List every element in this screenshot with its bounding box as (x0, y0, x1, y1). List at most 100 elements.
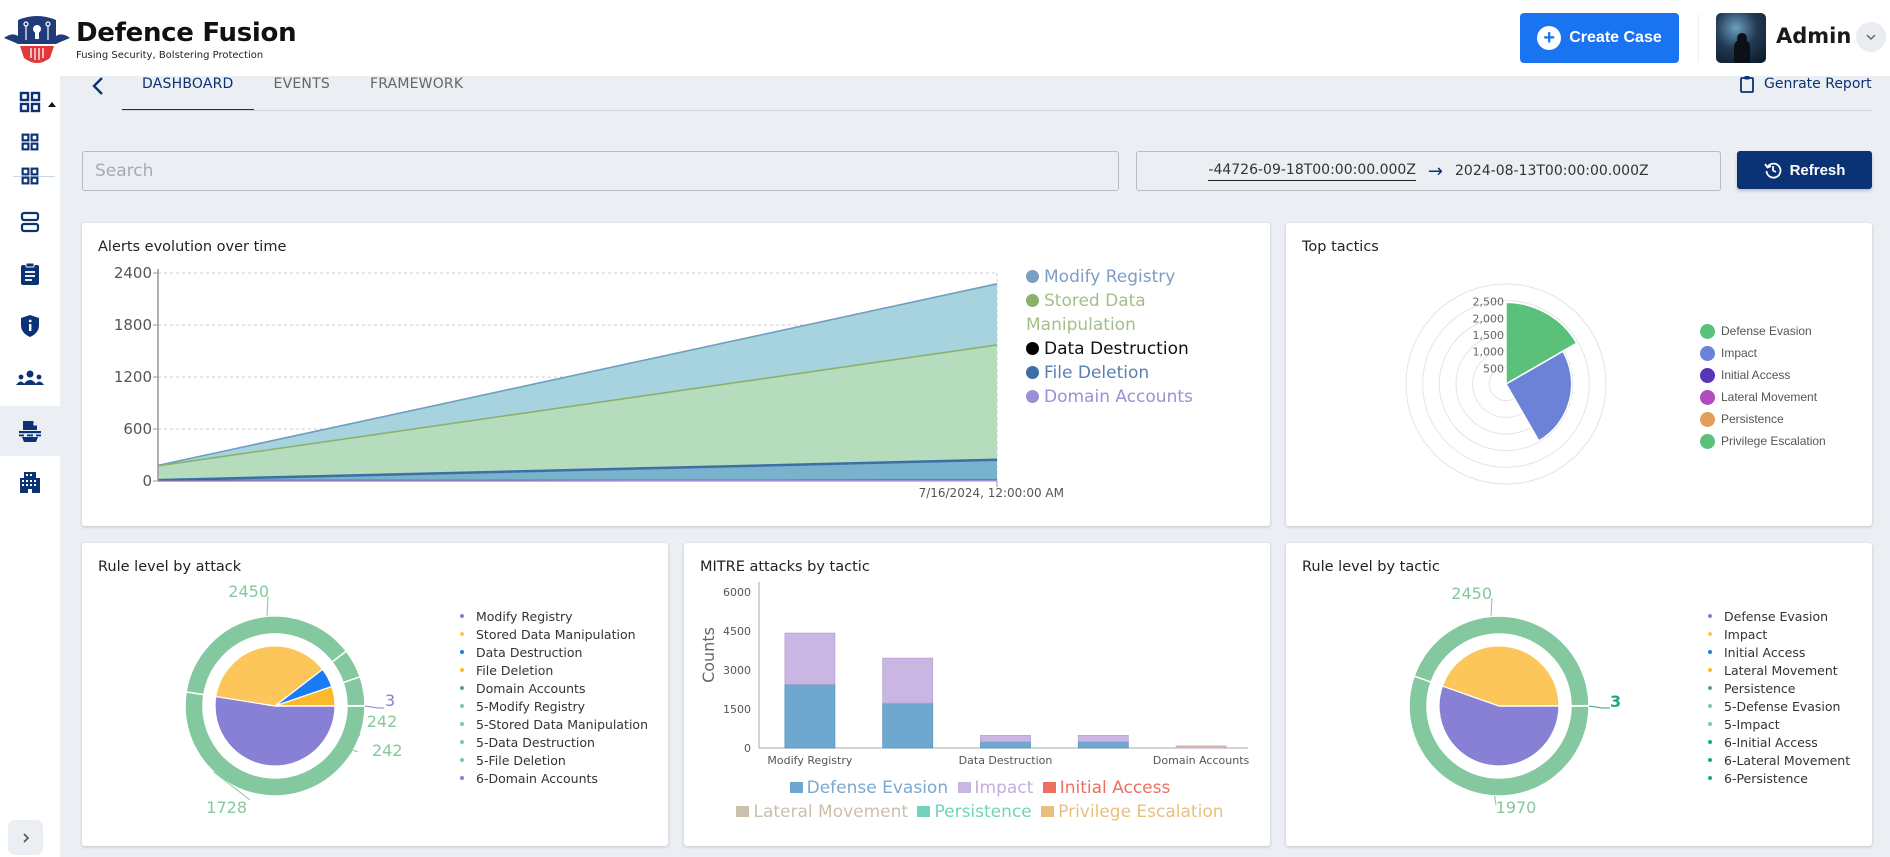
legend-item[interactable]: 5-Data Destruction (458, 733, 648, 751)
top-tactics-chart: 500 1,000 1,500 2,000 2,500 (1405, 283, 1607, 485)
sidebar-item-dashboard-1[interactable] (0, 123, 60, 161)
legend-swatch (1042, 782, 1056, 793)
legend-item[interactable]: Impact (1700, 342, 1826, 364)
legend-label: Modify Registry (476, 608, 573, 624)
sidebar-expand-button[interactable] (8, 820, 43, 855)
y-tick-label: 0 (142, 472, 152, 490)
legend-item[interactable]: Privilege Escalation (1041, 802, 1224, 822)
user-menu-chevron-down-icon[interactable] (1856, 22, 1886, 52)
y-tick-label: 4500 (723, 625, 751, 638)
y-tick-label: 2400 (114, 264, 152, 282)
legend-item[interactable]: 6-Persistence (1706, 769, 1850, 787)
legend-item[interactable]: Stored Data Manipulation (458, 625, 648, 643)
legend-item[interactable]: File Deletion (1026, 361, 1206, 385)
sidebar-item-cases[interactable] (0, 252, 60, 296)
bar-segment (784, 632, 836, 685)
r-tick-label: 2,000 (1473, 312, 1505, 325)
legend-item[interactable]: Defense Evasion (1706, 607, 1850, 625)
sidebar-item-dashboard-group[interactable] (0, 80, 60, 124)
tab-dashboard[interactable]: DASHBOARD (122, 70, 254, 111)
plus-circle-icon: + (1537, 26, 1562, 50)
legend-dot (460, 758, 464, 762)
date-range-picker[interactable]: -44726-09-18T00:00:00.000Z → 2024-08-13T… (1136, 151, 1721, 191)
legend-dot (460, 740, 464, 744)
legend-item[interactable]: Stored Data Manipulation (1026, 289, 1206, 337)
brand-logo[interactable]: Defence Fusion Fusing Security, Bolsteri… (2, 10, 297, 68)
legend-item[interactable]: 6-Initial Access (1706, 733, 1850, 751)
legend-item[interactable]: Persistence (1700, 408, 1826, 430)
legend-label: 6-Initial Access (1724, 734, 1818, 750)
mitre-attacks-chart: 0 1500 3000 4500 6000 Counts Modify Registry Da… (699, 582, 1250, 767)
legend-dot (460, 722, 464, 726)
legend-label: 5-Stored Data Manipulation (476, 716, 649, 732)
sidebar (0, 76, 60, 857)
legend-label: 6-Domain Accounts (476, 770, 598, 786)
chevron-right-icon (22, 832, 29, 843)
user-name[interactable]: Admin (1776, 24, 1851, 48)
date-start[interactable]: -44726-09-18T00:00:00.000Z (1208, 162, 1416, 181)
legend-item[interactable]: Domain Accounts (1026, 385, 1206, 409)
sidebar-item-dashboard-2[interactable] (0, 157, 60, 195)
generate-report-label: Genrate Report (1764, 76, 1872, 92)
legend-item[interactable]: Impact (957, 778, 1033, 798)
legend-item[interactable]: Initial Access (1700, 364, 1826, 386)
legend-item[interactable]: Initial Access (1042, 778, 1171, 798)
legend-item[interactable]: Modify Registry (1026, 265, 1206, 289)
legend-item[interactable]: Impact (1706, 625, 1850, 643)
legend-item[interactable]: Persistence (917, 802, 1032, 822)
sidebar-item-organization[interactable] (0, 460, 60, 504)
legend-dot (1700, 411, 1715, 427)
legend-item[interactable]: Modify Registry (458, 607, 648, 625)
data-label: 3 (385, 691, 395, 710)
r-tick-label: 1,000 (1473, 346, 1505, 359)
legend-item[interactable]: 5-Modify Registry (458, 697, 648, 715)
search-input[interactable] (82, 151, 1119, 191)
legend-item[interactable]: Lateral Movement (1700, 386, 1826, 408)
legend-swatch (789, 782, 803, 793)
legend-label: Defense Evasion (806, 778, 949, 798)
legend-item[interactable]: Lateral Movement (736, 802, 908, 822)
clipboard-icon (21, 262, 39, 285)
legend-item[interactable]: 5-Stored Data Manipulation (458, 715, 648, 733)
tab-framework[interactable]: FRAMEWORK (350, 70, 483, 111)
create-case-button[interactable]: + Create Case (1520, 13, 1679, 63)
legend-dot (1700, 389, 1715, 405)
legend-item[interactable]: 5-File Deletion (458, 751, 648, 769)
legend-label: Stored Data Manipulation (476, 626, 636, 642)
sidebar-item-security[interactable] (0, 304, 60, 348)
legend-label: Data Destruction (1044, 339, 1189, 359)
legend-item[interactable]: 6-Lateral Movement (1706, 751, 1850, 769)
legend-dot (460, 632, 464, 636)
sidebar-item-users[interactable] (0, 356, 60, 400)
legend-item[interactable]: Domain Accounts (458, 679, 648, 697)
legend-item[interactable]: 5-Impact (1706, 715, 1850, 733)
legend-label: Lateral Movement (753, 802, 909, 822)
date-end[interactable]: 2024-08-13T00:00:00.000Z (1455, 163, 1649, 179)
sidebar-item-threat-hunting[interactable] (0, 406, 60, 456)
bar-segment (1077, 735, 1129, 743)
legend-item[interactable]: Defense Evasion (789, 778, 949, 798)
legend-item[interactable]: 6-Domain Accounts (458, 769, 648, 787)
generate-report-button[interactable]: Genrate Report (1740, 75, 1872, 93)
outer-slice (342, 675, 366, 707)
legend-label: Data Destruction (476, 644, 583, 660)
alerts-evolution-legend: Modify Registry Stored Data Manipulation D… (1026, 265, 1206, 409)
tab-events[interactable]: EVENTS (254, 70, 350, 111)
legend-item[interactable]: Data Destruction (458, 643, 648, 661)
legend-label: 6-Lateral Movement (1724, 752, 1851, 768)
avatar[interactable] (1716, 13, 1766, 63)
legend-item[interactable]: Data Destruction (1026, 337, 1206, 361)
chevron-down-icon (1866, 34, 1876, 41)
sidebar-item-layout[interactable] (0, 200, 60, 244)
legend-label: 6-Persistence (1724, 770, 1808, 786)
legend-item[interactable]: Persistence (1706, 679, 1850, 697)
legend-item[interactable]: Privilege Escalation (1700, 430, 1826, 452)
legend-item[interactable]: File Deletion (458, 661, 648, 679)
legend-item[interactable]: Initial Access (1706, 643, 1850, 661)
back-button[interactable] (86, 72, 110, 100)
legend-item[interactable]: Lateral Movement (1706, 661, 1850, 679)
legend-item[interactable]: 5-Defense Evasion (1706, 697, 1850, 715)
legend-item[interactable]: Defense Evasion (1700, 320, 1826, 342)
legend-label: Initial Access (1059, 778, 1171, 798)
refresh-button[interactable]: Refresh (1737, 151, 1872, 189)
